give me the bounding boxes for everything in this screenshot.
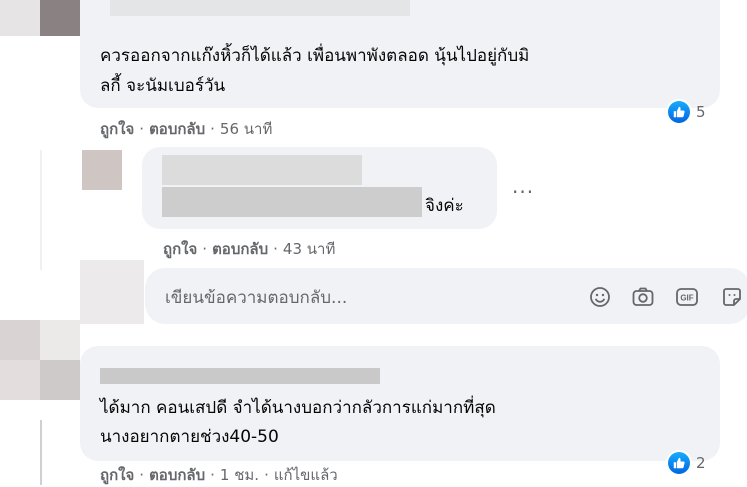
reply-link[interactable]: ตอบกลับ — [149, 466, 205, 484]
censored-name-blur — [0, 0, 40, 36]
comment-text: ควรออกจากแก๊งหิ้วก็ได้แล้ว เพื่อนพาพังตล… — [100, 46, 530, 66]
censored-name-blur — [100, 368, 380, 384]
thread-line — [40, 150, 42, 270]
avatar — [80, 260, 144, 324]
sticker-icon[interactable] — [720, 285, 744, 309]
like-reaction-icon — [668, 452, 690, 474]
avatar[interactable] — [40, 0, 80, 36]
camera-icon[interactable] — [631, 285, 655, 309]
timestamp[interactable]: 56 นาที — [220, 120, 272, 138]
comment-text: ได้มาก คอนเสปดี จำได้นางบอกว่ากลัวการแก่… — [100, 398, 496, 418]
svg-text:GIF: GIF — [680, 294, 693, 303]
reply-input-box[interactable]: เขียนข้อความตอบกลับ... GIF — [145, 268, 747, 324]
comment-actions: ถูกใจ · ตอบกลับ · 1 ชม. · แก้ไขแล้ว — [100, 466, 338, 484]
reaction-count-text: 2 — [696, 454, 706, 472]
thread-line — [40, 420, 42, 485]
more-horizontal-icon[interactable]: ··· — [512, 180, 534, 204]
censored-name-blur — [110, 0, 410, 16]
reaction-count-text: 5 — [696, 103, 706, 121]
avatar[interactable] — [0, 320, 80, 400]
like-link[interactable]: ถูกใจ — [100, 466, 134, 484]
comment-text: นางอยากตายช่วง40-50 — [100, 427, 279, 447]
avatar[interactable] — [82, 150, 122, 190]
like-link[interactable]: ถูกใจ — [163, 240, 197, 258]
comment-actions: ถูกใจ · ตอบกลับ · 43 นาที — [163, 240, 336, 258]
reply-link[interactable]: ตอบกลับ — [212, 240, 268, 258]
edited-label[interactable]: แก้ไขแล้ว — [274, 466, 338, 484]
reply-link[interactable]: ตอบกลับ — [149, 120, 205, 138]
like-link[interactable]: ถูกใจ — [100, 120, 134, 138]
comment-text: ลกี้ จะนัมเบอร์วัน — [100, 76, 226, 96]
reaction-count[interactable]: 2 — [668, 452, 706, 474]
reply-input[interactable]: เขียนข้อความตอบกลับ... — [165, 284, 347, 311]
censored-name-blur — [162, 155, 362, 185]
reaction-count[interactable]: 5 — [668, 101, 706, 123]
comment-actions: ถูกใจ · ตอบกลับ · 56 นาที — [100, 120, 273, 138]
like-reaction-icon — [668, 101, 690, 123]
gif-icon[interactable]: GIF — [675, 285, 699, 309]
timestamp[interactable]: 1 ชม. — [220, 466, 259, 484]
timestamp[interactable]: 43 นาที — [283, 240, 335, 258]
emoji-icon[interactable] — [588, 285, 612, 309]
comment-text: จิงค่ะ — [425, 196, 464, 216]
